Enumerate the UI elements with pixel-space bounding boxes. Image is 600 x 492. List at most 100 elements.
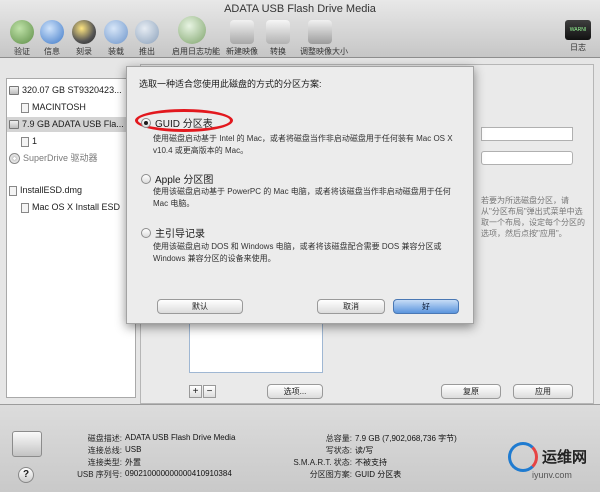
name-field[interactable]: [481, 127, 573, 141]
new-image-label: 新建映像: [226, 47, 258, 56]
eject-label: 推出: [139, 47, 155, 56]
mount-icon: [104, 20, 128, 44]
watermark-logo-icon: [508, 442, 538, 472]
option-label: Apple 分区图: [155, 175, 214, 186]
info-key: S.M.A.R.T. 状态:: [293, 458, 352, 467]
info-value: 外置: [125, 458, 141, 467]
volume-icon: [21, 136, 29, 147]
info-row: 连接总线: USB: [42, 445, 142, 456]
info-row: 连接类型: 外置: [42, 457, 141, 468]
info-value: USB: [125, 445, 142, 454]
info-row: S.M.A.R.T. 状态: 不被支持: [286, 457, 387, 468]
site-watermark: 运维网 iyunv.com: [492, 440, 600, 492]
apple-partition-map-description: 使用该磁盘启动基于 PowerPC 的 Mac 电脑，或者将该磁盘当作非启动磁盘…: [153, 187, 451, 208]
sidebar-item-label: Mac OS X Install ESD: [32, 202, 121, 212]
info-value: GUID 分区表: [355, 470, 402, 479]
partition-hint: 若要为所选磁盘分区，请从"分区布局"弹出式菜单中选取一个布局，设定每个分区的选项…: [481, 196, 585, 238]
info-value: ADATA USB Flash Drive Media: [125, 433, 236, 442]
external-disk-icon: [12, 431, 42, 457]
resize-image-icon: [308, 20, 332, 44]
guid-partition-radio[interactable]: GUID 分区表: [141, 115, 213, 130]
convert-button[interactable]: 转换: [258, 20, 298, 57]
enable-journaling-icon: [178, 16, 206, 44]
usb-disk-icon: [9, 120, 19, 129]
info-row: 磁盘描述: ADATA USB Flash Drive Media: [42, 433, 236, 444]
optical-drive-icon: [9, 153, 20, 164]
info-value: 7.9 GB (7,902,068,736 字节): [355, 434, 457, 443]
radio-icon: [141, 227, 151, 238]
default-button[interactable]: 默认: [157, 299, 243, 314]
info-row: 总容量: 7.9 GB (7,902,068,736 字节): [286, 433, 457, 444]
device-sidebar[interactable]: 320.07 GB ST9320423... MACINTOSH 7.9 GB …: [6, 78, 136, 398]
guid-description: 使用磁盘启动基于 Intel 的 Mac，或者将磁盘当作非启动磁盘用于任何装有 …: [153, 134, 453, 155]
info-key: 磁盘描述:: [87, 434, 122, 443]
info-key: 总容量:: [325, 434, 352, 443]
resize-image-label: 调整映像大小: [300, 47, 348, 56]
sidebar-item-label: 7.9 GB ADATA USB Fla...: [22, 119, 124, 129]
info-row: 分区图方案: GUID 分区表: [286, 469, 401, 480]
sidebar-item-label: InstallESD.dmg: [20, 185, 83, 195]
info-row: USB 序列号: 090210000000000410910384: [42, 469, 232, 480]
volume-icon: [21, 202, 29, 213]
eject-icon: [135, 20, 159, 44]
new-image-icon: [230, 20, 254, 44]
cancel-button[interactable]: 取消: [317, 299, 385, 314]
disk-image-icon: [9, 185, 17, 196]
master-boot-record-radio[interactable]: 主引导记录: [141, 225, 205, 240]
radio-selected-icon: [141, 117, 151, 128]
revert-button[interactable]: 复原: [441, 384, 501, 399]
options-button[interactable]: 选项...: [267, 384, 323, 399]
sidebar-item-label: SuperDrive 驱动器: [23, 153, 98, 163]
convert-label: 转换: [270, 47, 286, 56]
radio-icon: [141, 173, 151, 184]
info-icon: [40, 20, 64, 44]
hard-disk-icon: [9, 86, 19, 95]
remove-partition-button[interactable]: −: [203, 385, 216, 398]
option-label: 主引导记录: [155, 229, 205, 240]
info-key: USB 序列号:: [77, 470, 122, 479]
resize-image-button[interactable]: 调整映像大小: [300, 20, 348, 57]
convert-icon: [266, 20, 290, 44]
sidebar-item-label: 1: [32, 136, 38, 146]
sidebar-item-installesd-dmg[interactable]: InstallESD.dmg: [9, 183, 82, 198]
apply-button[interactable]: 应用: [513, 384, 573, 399]
burn-icon: [72, 20, 96, 44]
watermark-title: 运维网: [542, 449, 588, 466]
info-value: 090210000000000410910384: [125, 469, 232, 478]
log-label: 日志: [570, 43, 586, 52]
enable-journaling-label: 启用日志功能: [172, 47, 220, 56]
verify-icon: [10, 20, 34, 44]
sheet-title: 选取一种适合您使用此磁盘的方式的分区方案:: [139, 79, 322, 89]
format-popup[interactable]: [481, 151, 573, 165]
apple-partition-map-radio[interactable]: Apple 分区图: [141, 171, 213, 186]
sidebar-item-disk-320gb[interactable]: 320.07 GB ST9320423...: [9, 83, 122, 98]
ok-button[interactable]: 好: [393, 299, 459, 314]
sidebar-item-mac-os-x-install-esd[interactable]: Mac OS X Install ESD: [21, 200, 120, 215]
sidebar-item-label: MACINTOSH: [32, 102, 86, 112]
log-icon: WARNI: [565, 20, 591, 40]
info-key: 连接类型:: [87, 458, 122, 467]
info-key: 连接总线:: [87, 446, 122, 455]
new-image-button[interactable]: 新建映像: [222, 20, 262, 57]
info-key: 写状态:: [325, 446, 352, 455]
sidebar-item-partition-1[interactable]: 1: [21, 134, 37, 149]
eject-button[interactable]: 推出: [127, 20, 167, 57]
info-row: 写状态: 读/写: [286, 445, 373, 456]
sidebar-item-adata-usb[interactable]: 7.9 GB ADATA USB Fla...: [7, 117, 135, 132]
watermark-url: iyunv.com: [532, 470, 572, 480]
sidebar-item-macintosh[interactable]: MACINTOSH: [21, 100, 86, 115]
partition-scheme-sheet: 选取一种适合您使用此磁盘的方式的分区方案: GUID 分区表 使用磁盘启动基于 …: [126, 66, 474, 324]
info-value: 读/写: [355, 446, 374, 455]
sidebar-item-superdrive[interactable]: SuperDrive 驱动器: [9, 151, 98, 166]
help-button[interactable]: ?: [18, 467, 34, 483]
option-label: GUID 分区表: [155, 119, 213, 130]
window-title: ADATA USB Flash Drive Media: [224, 3, 376, 15]
volume-icon: [21, 102, 29, 113]
sidebar-item-label: 320.07 GB ST9320423...: [22, 85, 122, 95]
add-partition-button[interactable]: +: [189, 385, 202, 398]
log-button[interactable]: WARNI 日志: [558, 20, 598, 53]
info-key: 分区图方案:: [309, 470, 352, 479]
info-value: 不被支持: [355, 458, 387, 467]
window-toolbar: ADATA USB Flash Drive Media 验证 信息 刻录 装载 …: [0, 0, 600, 58]
enable-journaling-button[interactable]: 启用日志功能: [172, 16, 220, 57]
